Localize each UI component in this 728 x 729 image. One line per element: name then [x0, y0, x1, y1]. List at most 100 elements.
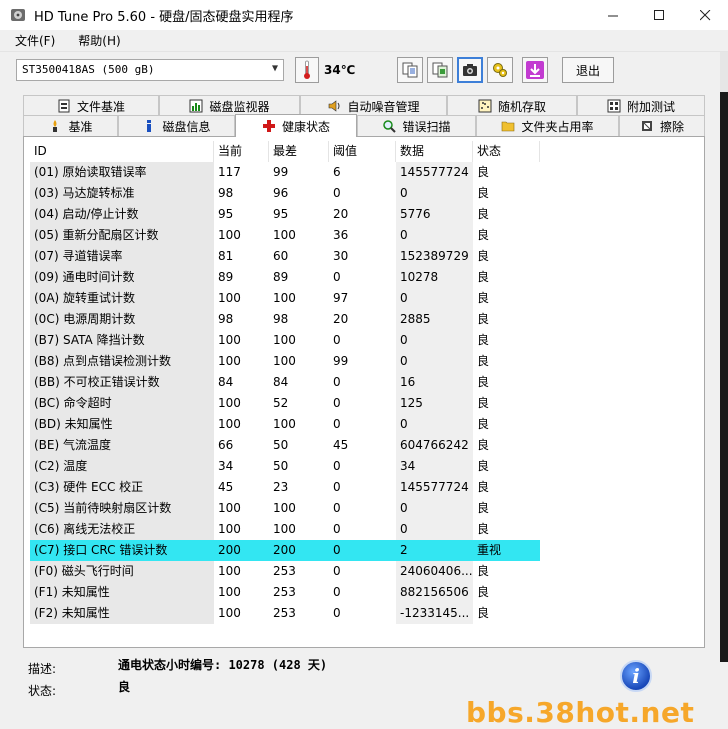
cell-worst: 98 [273, 312, 289, 326]
table-row[interactable]: (F2) 未知属性 100 253 0 -1233145... 良 [30, 603, 540, 624]
tab-folder-usage[interactable]: 文件夹占用率 [476, 115, 619, 136]
exit-button[interactable]: 退出 [562, 57, 614, 83]
col-id[interactable]: ID [30, 141, 214, 162]
drive-select[interactable]: ST3500418AS (500 gB) ▼ [16, 59, 284, 81]
cell-id: (C6) 离线无法校正 [30, 519, 214, 540]
extra-tests-icon [607, 99, 621, 113]
tab-aam-label: 自动噪音管理 [347, 99, 420, 114]
tab-disk-monitor[interactable]: 磁盘监视器 [159, 95, 300, 116]
copy-screen-button[interactable] [427, 57, 453, 83]
cell-worst: 60 [273, 249, 289, 263]
cell-status: 良 [477, 186, 490, 200]
cell-worst: 52 [273, 396, 289, 410]
close-icon[interactable] [682, 0, 728, 30]
table-row[interactable]: (09) 通电时间计数 89 89 0 10278 良 [30, 267, 540, 288]
col-data[interactable]: 数据 [396, 141, 473, 162]
cell-data: 0 [396, 414, 473, 435]
menu-bar: 文件(F) 帮助(H) [0, 30, 728, 52]
table-row[interactable]: (C2) 温度 34 50 0 34 良 [30, 456, 540, 477]
maximize-icon[interactable] [636, 0, 682, 30]
cell-threshold: 0 [333, 585, 341, 599]
cell-threshold: 0 [333, 459, 341, 473]
cell-id: (C7) 接口 CRC 错误计数 [30, 540, 214, 561]
table-row[interactable]: (BC) 命令超时 100 52 0 125 良 [30, 393, 540, 414]
table-row[interactable]: (F1) 未知属性 100 253 0 882156506 良 [30, 582, 540, 603]
options-button[interactable] [487, 57, 513, 83]
cell-status: 良 [477, 501, 490, 515]
menu-help[interactable]: 帮助(H) [63, 32, 128, 49]
tab-health[interactable]: 健康状态 [235, 114, 357, 137]
table-row[interactable]: (BD) 未知属性 100 100 0 0 良 [30, 414, 540, 435]
tab-disk-info-label: 磁盘信息 [162, 119, 211, 134]
tab-error-scan[interactable]: 错误扫描 [357, 115, 476, 136]
menu-file[interactable]: 文件(F) [0, 32, 63, 49]
description-value: 通电状态小时编号: 10278 (428 天) [118, 658, 328, 672]
random-access-icon [478, 99, 492, 113]
cell-threshold: 0 [333, 186, 341, 200]
tab-erase[interactable]: 擦除 [619, 115, 705, 136]
status-label: 状态: [28, 684, 57, 698]
table-row[interactable]: (BB) 不可校正错误计数 84 84 0 16 良 [30, 372, 540, 393]
table-row[interactable]: (C3) 硬件 ECC 校正 45 23 0 145577724 良 [30, 477, 540, 498]
tab-folder-usage-label: 文件夹占用率 [521, 119, 594, 134]
table-row[interactable]: (01) 原始读取错误率 117 99 6 145577724 良 [30, 162, 540, 183]
table-row[interactable]: (0A) 旋转重试计数 100 100 97 0 良 [30, 288, 540, 309]
tab-extra-tests[interactable]: 附加测试 [577, 95, 705, 116]
cell-data: 0 [396, 498, 473, 519]
cell-current: 100 [218, 396, 241, 410]
col-status[interactable]: 状态 [473, 141, 540, 162]
table-row[interactable]: (F0) 磁头飞行时间 100 253 0 24060406... 良 [30, 561, 540, 582]
tab-random-access[interactable]: 随机存取 [447, 95, 577, 116]
copy-text-button[interactable] [397, 57, 423, 83]
tab-error-scan-label: 错误扫描 [402, 119, 451, 134]
minimize-icon[interactable] [590, 0, 636, 30]
cell-current: 95 [218, 207, 234, 221]
options-icon [493, 63, 507, 77]
cell-threshold: 6 [333, 165, 341, 179]
table-row[interactable]: (04) 启动/停止计数 95 95 20 5776 良 [30, 204, 540, 225]
cell-id: (B8) 点到点错误检测计数 [30, 351, 214, 372]
table-row[interactable]: (C5) 当前待映射扇区计数 100 100 0 0 良 [30, 498, 540, 519]
cell-worst: 23 [273, 480, 289, 494]
cell-data: 16 [396, 372, 473, 393]
cell-status: 良 [477, 606, 490, 620]
cell-current: 100 [218, 522, 241, 536]
tab-erase-label: 擦除 [659, 119, 684, 134]
tab-benchmark[interactable]: 基准 [23, 115, 118, 136]
cell-threshold: 45 [333, 438, 349, 452]
table-row[interactable]: (0C) 电源周期计数 98 98 20 2885 良 [30, 309, 540, 330]
table-row[interactable]: (05) 重新分配扇区计数 100 100 36 0 良 [30, 225, 540, 246]
tab-file-benchmark[interactable]: 文件基准 [23, 95, 159, 116]
tab-file-benchmark-label: 文件基准 [76, 99, 125, 114]
table-row[interactable]: (C6) 离线无法校正 100 100 0 0 良 [30, 519, 540, 540]
cell-worst: 95 [273, 207, 289, 221]
cell-status: 良 [477, 207, 490, 221]
col-worst[interactable]: 最差 [269, 141, 329, 162]
cell-data: 24060406... [396, 561, 473, 582]
cell-current: 117 [218, 165, 241, 179]
table-row[interactable]: (BE) 气流温度 66 50 45 604766242 良 [30, 435, 540, 456]
col-current[interactable]: 当前 [214, 141, 269, 162]
cell-status: 良 [477, 228, 490, 242]
cell-data: 0 [396, 351, 473, 372]
cell-data: 5776 [396, 204, 473, 225]
tab-disk-info[interactable]: 磁盘信息 [118, 115, 235, 136]
table-row[interactable]: (B8) 点到点错误检测计数 100 100 99 0 良 [30, 351, 540, 372]
cell-worst: 200 [269, 540, 329, 561]
cell-id: (0C) 电源周期计数 [30, 309, 214, 330]
tab-aam[interactable]: 自动噪音管理 [300, 95, 447, 116]
cell-status: 良 [477, 291, 490, 305]
tab-extra-tests-label: 附加测试 [626, 99, 675, 114]
cell-id: (BD) 未知属性 [30, 414, 214, 435]
table-row[interactable]: (B7) SATA 降挡计数 100 100 0 0 良 [30, 330, 540, 351]
save-button[interactable] [522, 57, 548, 83]
cell-id: (C3) 硬件 ECC 校正 [30, 477, 214, 498]
screenshot-button[interactable] [457, 57, 483, 83]
table-row[interactable]: (07) 寻道错误率 81 60 30 152389729 良 [30, 246, 540, 267]
col-threshold[interactable]: 阈值 [329, 141, 396, 162]
cell-status: 良 [477, 459, 490, 473]
table-row[interactable]: (C7) 接口 CRC 错误计数 200 200 0 2 重视 [30, 540, 540, 561]
health-cross-icon [262, 120, 275, 132]
table-row[interactable]: (03) 马达旋转标准 98 96 0 0 良 [30, 183, 540, 204]
cell-current: 98 [218, 312, 234, 326]
